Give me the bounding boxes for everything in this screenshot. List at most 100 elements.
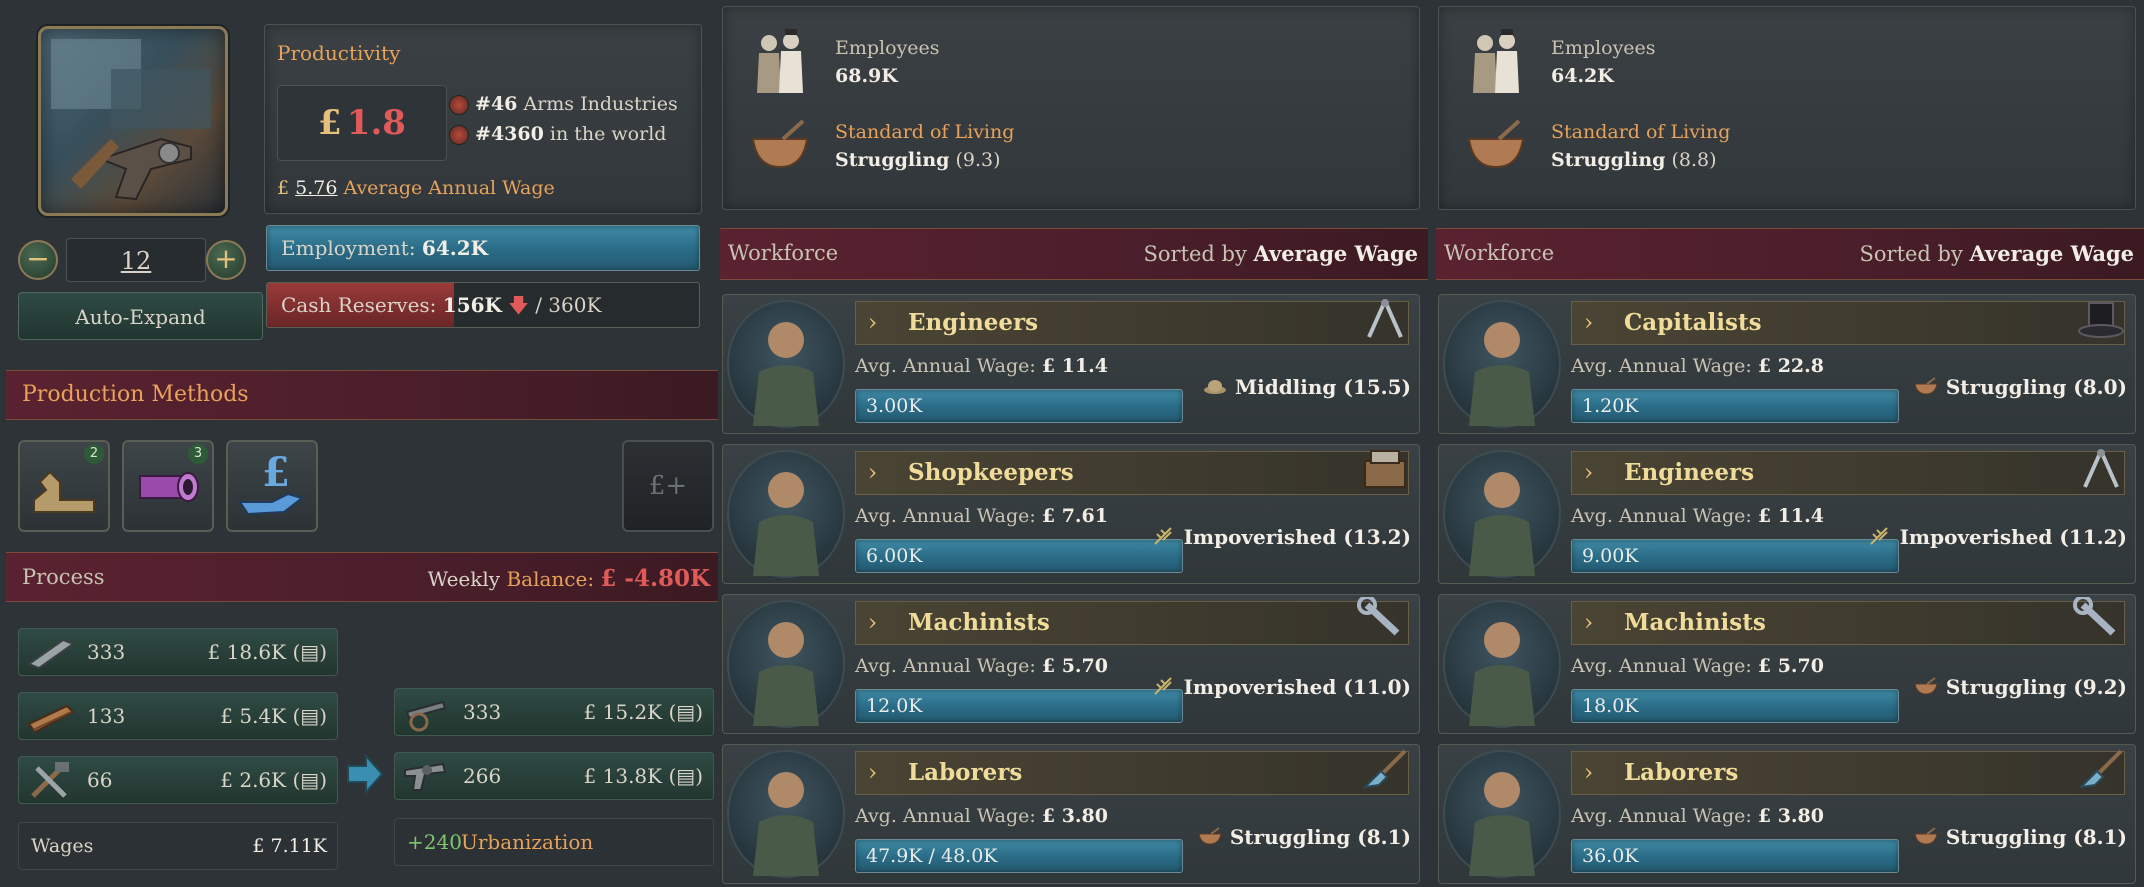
- pop-name-strip[interactable]: › Laborers: [855, 751, 1409, 795]
- pop-name: Machinists: [908, 609, 1050, 636]
- wages-row: Wages £ 7.11K: [18, 822, 338, 870]
- building-image: [38, 26, 228, 216]
- sort-control[interactable]: Sorted by Average Wage: [1860, 241, 2135, 266]
- output-revolver-row[interactable]: 266 £ 13.8K (▤): [394, 752, 714, 800]
- pop-employment-bar[interactable]: 1.20K: [1571, 389, 1899, 423]
- pop-wage: Avg. Annual Wage: £ 5.70: [1571, 655, 1824, 677]
- compass-icon: [2073, 447, 2129, 495]
- increase-level-button[interactable]: +: [206, 240, 246, 280]
- pop-wage: Avg. Annual Wage: £ 3.80: [1571, 805, 1824, 827]
- standard-of-living-label: Standard of Living: [1551, 121, 1731, 143]
- workforce-title: Workforce: [728, 241, 839, 265]
- pop-portrait: [727, 600, 845, 728]
- productivity-label: Productivity: [277, 41, 401, 65]
- pop-standard-of-living: Struggling (9.2): [1913, 675, 2127, 701]
- pop-employment-bar[interactable]: 18.0K: [1571, 689, 1899, 723]
- pm-pipe-button[interactable]: 3: [122, 440, 214, 532]
- employment-bar[interactable]: Employment: 64.2K: [266, 225, 700, 271]
- pop-name: Engineers: [908, 309, 1039, 336]
- pop-employment-bar[interactable]: 12.0K: [855, 689, 1183, 723]
- pop-card-machinists[interactable]: › Machinists Avg. Annual Wage: £ 5.70 12…: [722, 594, 1420, 734]
- pop-card-capitalists[interactable]: › Capitalists Avg. Annual Wage: £ 22.8 1…: [1438, 294, 2136, 434]
- workforce-header: Workforce Sorted by Average Wage: [720, 228, 1428, 280]
- level-value: 12: [66, 238, 206, 282]
- pop-name: Laborers: [908, 759, 1023, 786]
- urbanization-row: +240 Urbanization: [394, 818, 714, 866]
- add-production-method-button[interactable]: £+: [622, 440, 714, 532]
- chevron-right-icon: ›: [868, 460, 878, 486]
- pop-employment-bar[interactable]: 47.9K / 48.0K: [855, 839, 1183, 873]
- decrease-level-button[interactable]: −: [18, 240, 58, 280]
- employees-value: 64.2K: [1551, 65, 1614, 87]
- coins-icon: ▤: [300, 640, 320, 664]
- pop-name-strip[interactable]: › Machinists: [1571, 601, 2125, 645]
- pop-wage: Avg. Annual Wage: £ 5.70: [855, 655, 1108, 677]
- wood-icon: [23, 694, 79, 754]
- productivity-value: 1.8: [346, 103, 406, 143]
- pop-card-shopkeepers[interactable]: › Shopkeepers Avg. Annual Wage: £ 7.61 6…: [722, 444, 1420, 584]
- top-hat-icon: [2073, 297, 2129, 345]
- employees-icon: [1465, 27, 1527, 103]
- input-tools-row[interactable]: 66 £ 2.6K (▤): [18, 756, 338, 804]
- cash-register-icon: [1357, 447, 1413, 495]
- standard-of-living-label: Standard of Living: [835, 121, 1015, 143]
- pop-card-machinists[interactable]: › Machinists Avg. Annual Wage: £ 5.70 18…: [1438, 594, 2136, 734]
- sort-control[interactable]: Sorted by Average Wage: [1144, 241, 1419, 266]
- svg-text:£: £: [262, 449, 290, 496]
- chevron-right-icon: ›: [1584, 310, 1594, 336]
- pop-name-strip[interactable]: › Engineers: [1571, 451, 2125, 495]
- pop-name-strip[interactable]: › Machinists: [855, 601, 1409, 645]
- revolver-icon: [399, 754, 455, 814]
- pop-wage: Avg. Annual Wage: £ 22.8: [1571, 355, 1824, 377]
- pop-name-strip[interactable]: › Engineers: [855, 301, 1409, 345]
- pop-portrait: [1443, 600, 1561, 728]
- weekly-balance: Weekly Balance: £ -4.80K: [427, 565, 710, 592]
- shovel-icon: [1357, 747, 1413, 795]
- pop-employment-bar[interactable]: 36.0K: [1571, 839, 1899, 873]
- pop-employment-bar[interactable]: 6.00K: [855, 539, 1183, 573]
- pop-employment-bar[interactable]: 9.00K: [1571, 539, 1899, 573]
- pop-standard-of-living: Impoverished (13.2): [1151, 525, 1411, 551]
- auto-expand-button[interactable]: Auto-Expand: [18, 292, 263, 340]
- bowl-icon: [1913, 676, 1939, 701]
- output-artillery-row[interactable]: 333 £ 15.2K (▤): [394, 688, 714, 736]
- hat-icon: [1202, 376, 1228, 401]
- pop-wage: Avg. Annual Wage: £ 11.4: [1571, 505, 1824, 527]
- pop-name: Laborers: [1624, 759, 1739, 786]
- pm-pound-hand-button[interactable]: £: [226, 440, 318, 532]
- compass-icon: [1357, 297, 1413, 345]
- pop-employment-bar[interactable]: 3.00K: [855, 389, 1183, 423]
- pop-name-strip[interactable]: › Capitalists: [1571, 301, 2125, 345]
- pop-wage: Avg. Annual Wage: £ 11.4: [855, 355, 1108, 377]
- chevron-right-icon: ›: [868, 610, 878, 636]
- pop-name-strip[interactable]: › Shopkeepers: [855, 451, 1409, 495]
- average-wage: £ 5.76 Average Annual Wage: [277, 177, 555, 199]
- input-steel-row[interactable]: 333 £ 18.6K (▤): [18, 628, 338, 676]
- workforce-header: Workforce Sorted by Average Wage: [1436, 228, 2144, 280]
- production-methods-header: Production Methods: [6, 370, 718, 420]
- bowl-icon: [1913, 826, 1939, 851]
- pop-card-laborers[interactable]: › Laborers Avg. Annual Wage: £ 3.80 47.9…: [722, 744, 1420, 884]
- pop-name: Capitalists: [1624, 309, 1762, 336]
- chevron-right-icon: ›: [868, 760, 878, 786]
- pop-card-engineers[interactable]: › Engineers Avg. Annual Wage: £ 11.4 9.0…: [1438, 444, 2136, 584]
- pop-standard-of-living: Struggling (8.0): [1913, 375, 2127, 401]
- pm-woodworking-button[interactable]: 2: [18, 440, 110, 532]
- artillery-icon: [399, 690, 455, 750]
- rank-badge-icon: [449, 95, 469, 115]
- bowl-icon: [1913, 376, 1939, 401]
- pop-name: Engineers: [1624, 459, 1755, 486]
- pop-standard-of-living: Middling (15.5): [1202, 375, 1411, 401]
- pop-portrait: [727, 750, 845, 878]
- standard-of-living-value: Struggling (8.8): [1551, 149, 1717, 171]
- pm-badge: 3: [188, 444, 208, 464]
- pop-card-laborers[interactable]: › Laborers Avg. Annual Wage: £ 3.80 36.0…: [1438, 744, 2136, 884]
- cash-reserves-bar[interactable]: Cash Reserves: 156K 🡇 / 360K: [266, 282, 700, 328]
- chevron-right-icon: ›: [1584, 460, 1594, 486]
- input-wood-row[interactable]: 133 £ 5.4K (▤): [18, 692, 338, 740]
- standard-of-living-icon: [1465, 117, 1527, 177]
- pop-card-engineers[interactable]: › Engineers Avg. Annual Wage: £ 11.4 3.0…: [722, 294, 1420, 434]
- pop-portrait: [1443, 300, 1561, 428]
- employees-panel: Employees 64.2K Standard of Living Strug…: [1438, 6, 2136, 210]
- pop-name-strip[interactable]: › Laborers: [1571, 751, 2125, 795]
